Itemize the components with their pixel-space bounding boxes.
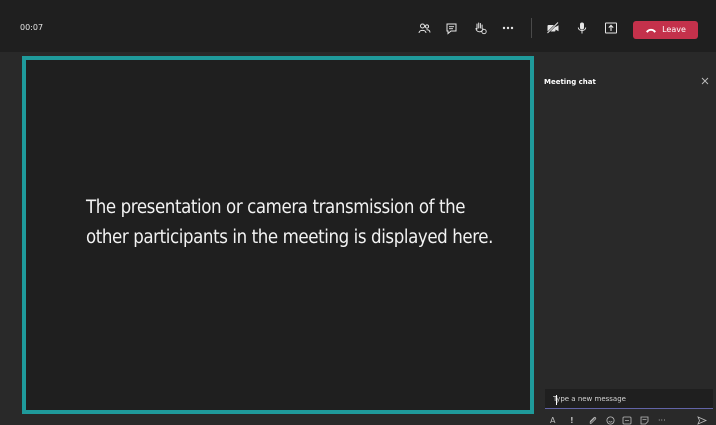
chat-message-input[interactable]: [545, 389, 713, 409]
send-button[interactable]: [697, 416, 707, 425]
emoji-icon: [606, 416, 615, 425]
gif-button[interactable]: [622, 416, 632, 425]
attach-icon: [589, 416, 597, 424]
chat-button[interactable]: [443, 20, 459, 36]
meeting-window: 00:07 Leave The presentation or camera t…: [0, 0, 716, 425]
meeting-timer: 00:07: [20, 23, 44, 32]
meeting-toolbar: 00:07 Leave: [0, 0, 716, 52]
leave-button-label: Leave: [662, 25, 686, 34]
close-icon: [701, 77, 709, 85]
share-screen-button[interactable]: [603, 20, 619, 36]
compose-toolbar: A ! ···: [548, 414, 716, 425]
more-options-icon: [502, 26, 514, 30]
send-icon: [697, 416, 707, 425]
format-button[interactable]: A: [550, 416, 555, 425]
toolbar-divider: [531, 18, 532, 38]
chat-icon: [446, 23, 456, 35]
camera-toggle-button[interactable]: [545, 20, 561, 36]
stage-placeholder-text: The presentation or camera transmission …: [86, 197, 493, 248]
important-button[interactable]: !: [570, 416, 574, 425]
format-icon: A: [550, 416, 556, 425]
microphone-button[interactable]: [574, 20, 590, 36]
phone-hangup-icon: [646, 28, 657, 33]
text-caret: [556, 395, 557, 405]
more-options-button[interactable]: [500, 20, 516, 36]
more-compose-options-button[interactable]: ···: [658, 416, 666, 425]
camera-off-icon: [546, 21, 559, 35]
chat-panel-title: Meeting chat: [544, 78, 596, 86]
shared-content-stage: The presentation or camera transmission …: [22, 56, 534, 414]
meeting-chat-panel: Meeting chat: [536, 56, 716, 425]
participants-button[interactable]: [416, 20, 432, 36]
close-chat-button[interactable]: [699, 75, 711, 87]
microphone-icon: [577, 22, 587, 34]
important-icon: !: [570, 416, 574, 425]
raise-hand-icon: [475, 22, 487, 35]
leave-button[interactable]: Leave: [633, 21, 698, 39]
sticker-icon: [640, 416, 649, 425]
more-options-icon: ···: [658, 416, 666, 425]
participants-icon: [418, 23, 430, 33]
gif-icon: [622, 416, 632, 425]
emoji-button[interactable]: [606, 416, 615, 425]
share-screen-icon: [605, 22, 617, 34]
raise-hand-button[interactable]: [472, 20, 488, 36]
sticker-button[interactable]: [640, 416, 649, 425]
attach-button[interactable]: [588, 416, 597, 425]
